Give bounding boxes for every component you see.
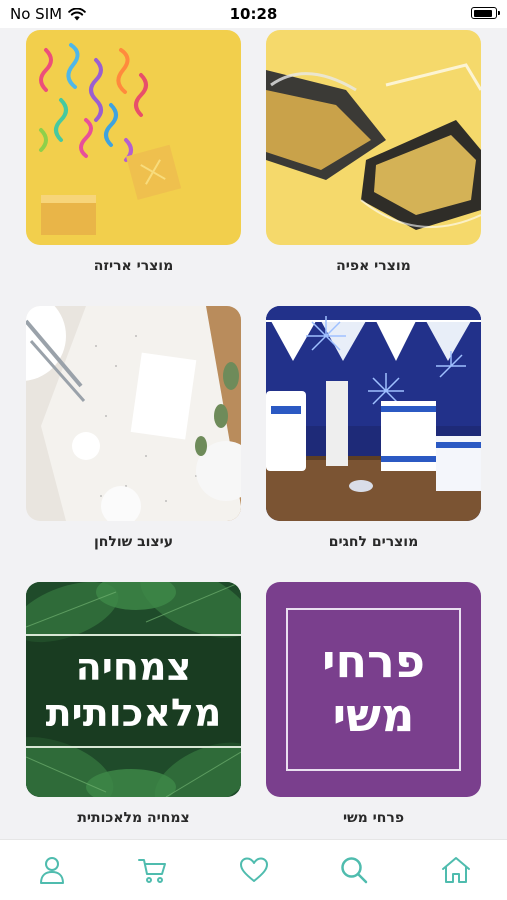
cart-icon — [138, 859, 166, 883]
category-label: פרחי משי — [342, 810, 405, 826]
category-label: מוצרי אפיה — [336, 258, 411, 274]
silk-flowers-tile: פרחי משי — [266, 582, 481, 797]
tile-text-line: משי — [332, 688, 415, 742]
category-label: מוצרי אריזה — [93, 258, 174, 274]
tile-text-line: פרחי — [321, 634, 426, 688]
category-card-table-design[interactable]: עיצוב שולחן — [26, 306, 241, 550]
heart-icon — [240, 857, 268, 882]
packaging-image — [26, 30, 241, 245]
category-card-packaging[interactable]: מוצרי אריזה — [26, 30, 241, 274]
category-card-silk-flowers[interactable]: פרחי משי פרחי משי — [266, 582, 481, 826]
tile-text-line: צמחיה — [75, 645, 192, 689]
artificial-plants-tile: צמחיה מלאכותית — [26, 582, 241, 797]
tile-text: פרחי משי — [266, 634, 481, 742]
tab-bar — [0, 839, 507, 900]
battery-icon — [471, 7, 500, 19]
tab-home[interactable] — [436, 852, 476, 888]
table-design-image — [26, 306, 241, 521]
status-time: 10:28 — [229, 5, 278, 23]
search-icon — [341, 857, 368, 884]
battery-fill — [473, 9, 492, 17]
category-label: עיצוב שולחן — [93, 534, 174, 550]
holidays-image — [266, 306, 481, 521]
tile-text: צמחיה מלאכותית — [26, 644, 241, 736]
category-label: מוצרים לחגים — [328, 534, 419, 550]
category-card-baking[interactable]: מוצרי אפיה — [266, 30, 481, 274]
baking-image — [266, 30, 481, 245]
status-bar: No SIM 10:28 — [0, 0, 507, 28]
user-icon — [40, 857, 64, 884]
home-icon — [442, 857, 470, 883]
category-card-artificial-plants[interactable]: צמחיה מלאכותית צמחיה מלאכותית — [26, 582, 241, 826]
tab-profile[interactable] — [32, 852, 72, 888]
tab-cart[interactable] — [132, 852, 172, 888]
category-card-holidays[interactable]: מוצרים לחגים — [266, 306, 481, 550]
tile-text-line: מלאכותית — [45, 691, 222, 735]
tab-search[interactable] — [334, 852, 374, 888]
tab-favorites[interactable] — [234, 852, 274, 888]
category-label: צמחיה מלאכותית — [77, 810, 190, 826]
